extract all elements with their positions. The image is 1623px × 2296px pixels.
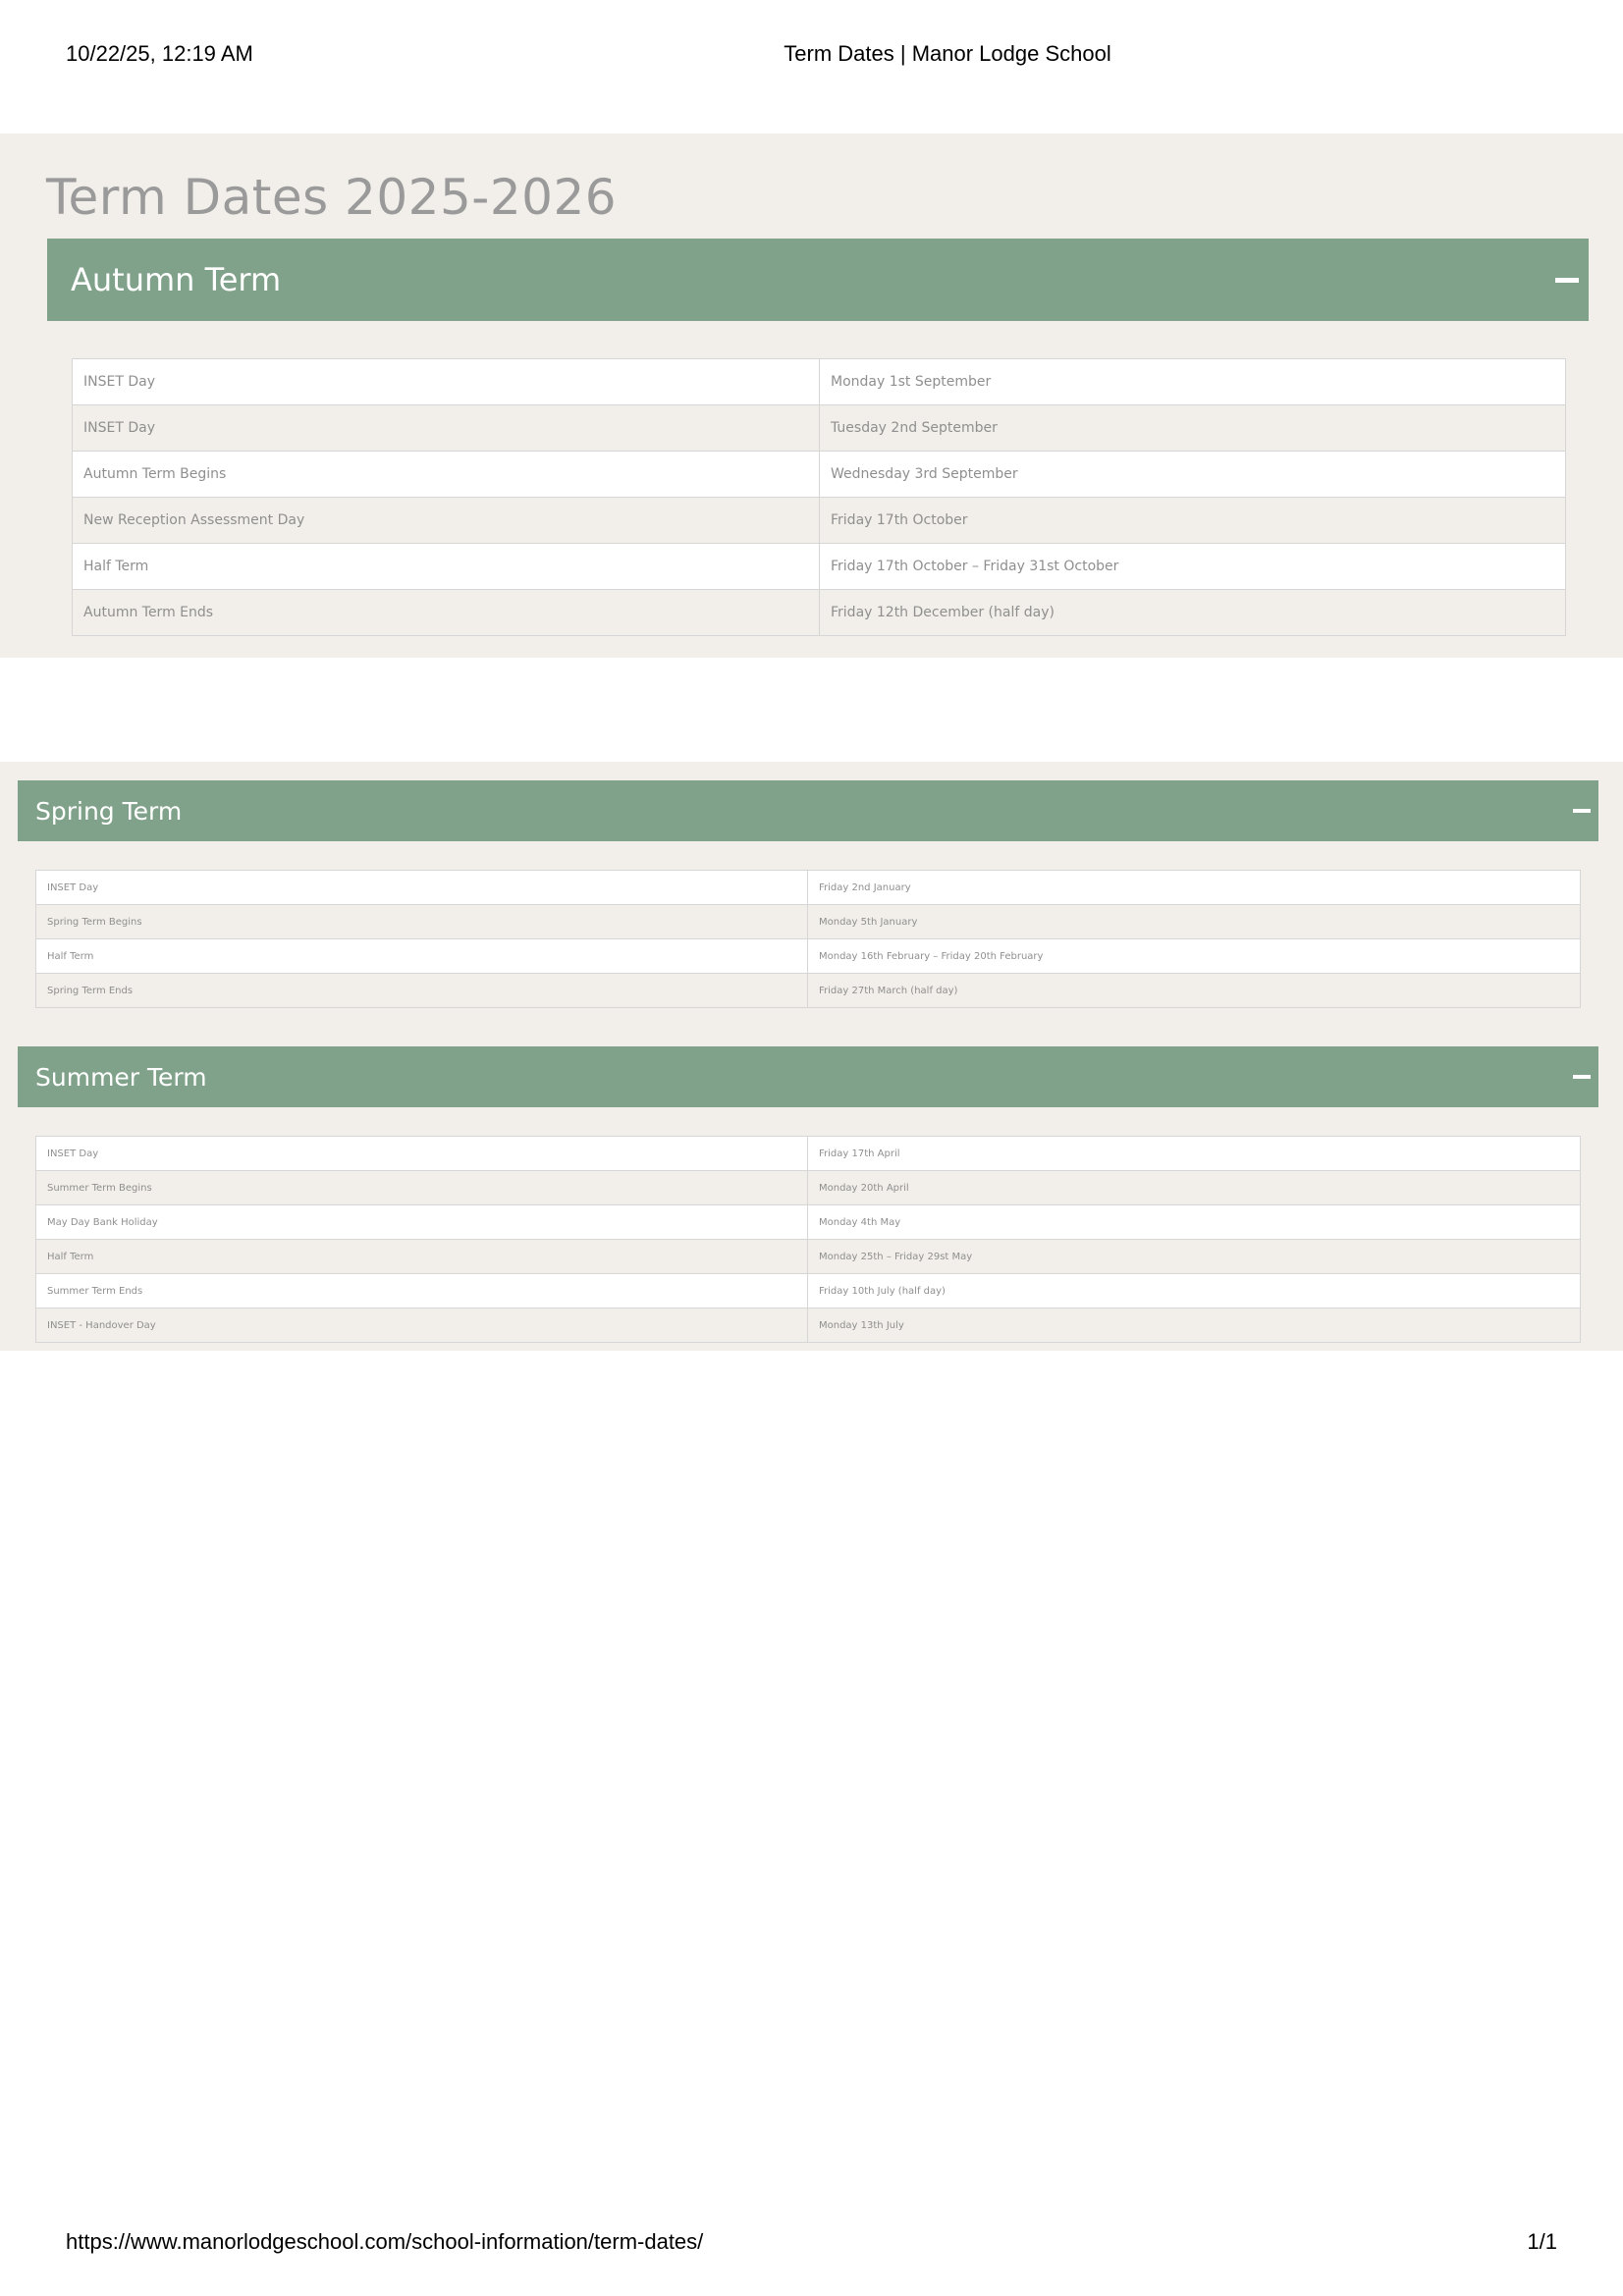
date-cell: Monday 16th February – Friday 20th Febru… [807, 938, 1581, 974]
event-cell: Half Term [35, 1239, 808, 1274]
date-cell: Friday 2nd January [807, 870, 1581, 905]
date-cell: Monday 5th January [807, 904, 1581, 939]
accordion-header-spring-term[interactable]: Spring Term [18, 780, 1598, 841]
event-cell: INSET - Handover Day [35, 1308, 808, 1343]
table-row: New Reception Assessment Day Friday 17th… [72, 497, 1566, 544]
date-cell: Wednesday 3rd September [819, 451, 1566, 498]
table-row: May Day Bank Holiday Monday 4th May [35, 1204, 1581, 1240]
table-row: INSET Day Tuesday 2nd September [72, 404, 1566, 452]
event-cell: Autumn Term Begins [72, 451, 820, 498]
date-cell: Monday 4th May [807, 1204, 1581, 1240]
event-cell: Half Term [72, 543, 820, 590]
date-cell: Friday 17th October – Friday 31st Octobe… [819, 543, 1566, 590]
table-row: Half Term Monday 16th February – Friday … [35, 938, 1581, 974]
spring-term-table: INSET Day Friday 2nd January Spring Term… [35, 870, 1581, 1008]
date-cell: Friday 17th April [807, 1136, 1581, 1171]
table-row: INSET Day Friday 17th April [35, 1136, 1581, 1171]
date-cell: Friday 27th March (half day) [807, 973, 1581, 1008]
print-page-title: Term Dates | Manor Lodge School [784, 41, 1111, 66]
autumn-section: Term Dates 2025-2026 Autumn Term INSET D… [0, 133, 1623, 658]
spring-summer-section: Spring Term INSET Day Friday 2nd January… [0, 762, 1623, 1351]
table-row: INSET Day Monday 1st September [72, 358, 1566, 405]
term-title: Autumn Term [71, 261, 282, 298]
date-cell: Monday 25th – Friday 29st May [807, 1239, 1581, 1274]
event-cell: INSET Day [35, 870, 808, 905]
minus-icon[interactable] [1573, 1075, 1591, 1079]
date-cell: Monday 1st September [819, 358, 1566, 405]
event-cell: INSET Day [72, 404, 820, 452]
print-page-number: 1/1 [1527, 2229, 1557, 2254]
date-cell: Tuesday 2nd September [819, 404, 1566, 452]
accordion-header-autumn-term[interactable]: Autumn Term [47, 239, 1589, 321]
minus-icon[interactable] [1573, 809, 1591, 813]
event-cell: Half Term [35, 938, 808, 974]
table-row: Spring Term Ends Friday 27th March (half… [35, 973, 1581, 1008]
date-cell: Friday 10th July (half day) [807, 1273, 1581, 1308]
table-row: Autumn Term Begins Wednesday 3rd Septemb… [72, 451, 1566, 498]
event-cell: Spring Term Begins [35, 904, 808, 939]
term-title: Spring Term [35, 796, 183, 826]
table-row: Autumn Term Ends Friday 12th December (h… [72, 589, 1566, 636]
accordion-header-summer-term[interactable]: Summer Term [18, 1046, 1598, 1107]
table-row: Summer Term Begins Monday 20th April [35, 1170, 1581, 1205]
term-title: Summer Term [35, 1062, 207, 1092]
table-row: INSET Day Friday 2nd January [35, 870, 1581, 905]
event-cell: Spring Term Ends [35, 973, 808, 1008]
table-row: INSET - Handover Day Monday 13th July [35, 1308, 1581, 1343]
event-cell: INSET Day [72, 358, 820, 405]
table-row: Half Term Friday 17th October – Friday 3… [72, 543, 1566, 590]
print-url[interactable]: https://www.manorlodgeschool.com/school-… [66, 2229, 703, 2255]
event-cell: New Reception Assessment Day [72, 497, 820, 544]
event-cell: Summer Term Ends [35, 1273, 808, 1308]
event-cell: Autumn Term Ends [72, 589, 820, 636]
date-cell: Friday 12th December (half day) [819, 589, 1566, 636]
table-row: Summer Term Ends Friday 10th July (half … [35, 1273, 1581, 1308]
page-title: Term Dates 2025-2026 [46, 169, 618, 226]
event-cell: Summer Term Begins [35, 1170, 808, 1205]
minus-icon[interactable] [1555, 277, 1579, 283]
table-row: Half Term Monday 25th – Friday 29st May [35, 1239, 1581, 1274]
date-cell: Monday 20th April [807, 1170, 1581, 1205]
print-footer: https://www.manorlodgeschool.com/school-… [0, 2229, 1623, 2259]
table-row: Spring Term Begins Monday 5th January [35, 904, 1581, 939]
date-cell: Monday 13th July [807, 1308, 1581, 1343]
event-cell: May Day Bank Holiday [35, 1204, 808, 1240]
summer-term-table: INSET Day Friday 17th April Summer Term … [35, 1136, 1581, 1343]
event-cell: INSET Day [35, 1136, 808, 1171]
print-header: 10/22/25, 12:19 AM Term Dates | Manor Lo… [0, 41, 1623, 71]
autumn-term-table: INSET Day Monday 1st September INSET Day… [72, 358, 1566, 636]
date-cell: Friday 17th October [819, 497, 1566, 544]
